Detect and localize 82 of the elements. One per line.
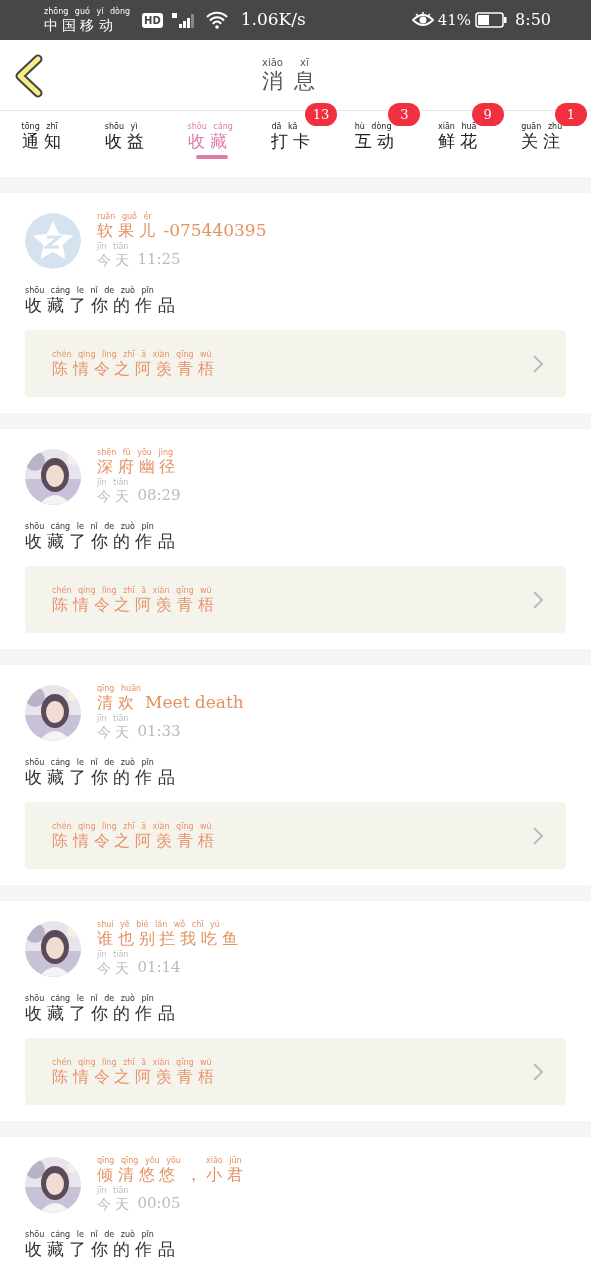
pinyin-annotation: shōu cáng le nǐ de zuò pǐn (25, 287, 154, 297)
sender-name[interactable]: ， (184, 1166, 202, 1183)
pinyin-annotation: shōu cáng (187, 123, 233, 133)
tab[interactable]: 通知 (21, 133, 66, 150)
message-time: 01:14 (137, 960, 181, 975)
pinyin-annotation: guān zhù (521, 123, 563, 133)
tab-underline (196, 155, 229, 159)
tab[interactable]: 打卡 (271, 133, 316, 150)
message-time: 今天 (97, 725, 134, 739)
sender-name[interactable]: 软果儿 (97, 223, 160, 239)
carrier-name: 中国移动 (44, 18, 117, 32)
text: 陈情令之阿羡青梧 (52, 832, 219, 849)
pinyin-annotation: chén qíng lìng zhī ā xiàn qīng wú (52, 350, 212, 359)
message-time: 今天 (97, 961, 134, 975)
sender-name[interactable]: 清欢 (97, 695, 139, 711)
pinyin-annotation: shōu cáng le nǐ de zuò pǐn (25, 523, 154, 533)
pinyin-annotation: chén qíng lìng zhī ā xiàn qīng wú (52, 1058, 212, 1067)
page-title: 消息 (262, 71, 325, 92)
sender-name[interactable]: 深府幽径 (97, 459, 181, 475)
pinyin-annotation: shēn fǔ yōu jìng (97, 449, 174, 458)
message-time: 11:25 (137, 252, 181, 267)
message-text: 收藏了你的作品 (25, 297, 180, 314)
message-time: 01:33 (137, 724, 181, 739)
network-badge: HD (142, 12, 163, 28)
back-icon (14, 54, 44, 98)
sender-name[interactable]: 小君 (205, 1167, 248, 1183)
count-badge: 13 (305, 103, 338, 126)
pinyin-annotation: chén qíng lìng zhī ā xiàn qīng wú (52, 822, 212, 831)
text: 陈情令之阿羡青梧 (52, 596, 219, 613)
message-time: 今天 (97, 1197, 134, 1211)
pinyin-annotation: hù dòng (354, 123, 392, 133)
message-time: 08:29 (137, 488, 181, 503)
work-link[interactable]: chén qíng lìng zhī ā xiàn qīng wú 陈情令之阿羡青梧 (25, 566, 566, 633)
tab[interactable]: 收益 (104, 133, 149, 150)
pinyin-annotation: chén qíng lìng zhī ā xiàn qīng wú (52, 586, 212, 595)
eye-icon (411, 12, 434, 28)
pinyin-annotation: zhōng guó yí dòng (44, 8, 131, 18)
default-avatar-icon (25, 213, 81, 269)
pinyin-annotation: xiāo xī (262, 58, 309, 70)
pinyin-annotation: xiān huā (437, 123, 477, 133)
battery-percent: 41% (437, 9, 472, 31)
pinyin-annotation: qīng huān (97, 685, 142, 695)
pinyin-annotation: qīng qīng yōu yōu (97, 1157, 181, 1167)
pinyin-annotation: shōu cáng le nǐ de zuò pǐn (25, 759, 154, 769)
message-text: 收藏了你的作品 (25, 1005, 180, 1022)
message-text: 收藏了你的作品 (25, 533, 180, 550)
message-time: 00:05 (137, 1196, 181, 1211)
message-text: 收藏了你的作品 (25, 1241, 180, 1258)
sender-name[interactable]: 谁也别拦我吃鱼 (97, 931, 243, 947)
work-link[interactable]: chén qíng lìng zhī ā xiàn qīng wú 陈情令之阿羡青梧 (25, 802, 566, 869)
signal-icon (170, 11, 197, 29)
wifi-icon (204, 11, 229, 29)
chevron-right-icon (532, 353, 544, 374)
chevron-right-icon (532, 1061, 544, 1082)
tab[interactable]: 互动 (354, 133, 399, 150)
sender-name[interactable]: 倾清悠悠 (97, 1167, 181, 1183)
pinyin-annotation: shōu cáng le nǐ de zuò pǐn (25, 1231, 154, 1241)
battery-icon (475, 12, 508, 28)
pinyin-annotation: tōng zhī (21, 123, 58, 133)
pinyin-annotation: ruǎn guǒ ér (97, 213, 152, 223)
clock-time: 8:50 (515, 9, 551, 31)
text: 陈情令之阿羡青梧 (52, 360, 219, 377)
message-text: 收藏了你的作品 (25, 769, 180, 786)
chevron-right-icon (532, 589, 544, 610)
tab[interactable]: 收藏 (187, 133, 232, 150)
sender-name[interactable]: Meet death (145, 694, 244, 711)
back-button[interactable] (14, 54, 44, 98)
network-speed: 1.06K/s (240, 8, 306, 32)
message-time: 今天 (97, 253, 134, 267)
chevron-right-icon (532, 825, 544, 846)
pinyin-annotation: shuí yě bié lán wǒ chī yú (97, 921, 220, 931)
tab[interactable]: 鲜花 (437, 133, 483, 150)
sender-name[interactable]: -075440395 (163, 222, 267, 239)
text: 陈情令之阿羡青梧 (52, 1068, 219, 1085)
pinyin-annotation: xiǎo jūn (205, 1157, 242, 1167)
pinyin-annotation: shōu cáng le nǐ de zuò pǐn (25, 995, 154, 1005)
pinyin-annotation: shōu yì (104, 123, 138, 133)
work-link[interactable]: chén qíng lìng zhī ā xiàn qīng wú 陈情令之阿羡青梧 (25, 1038, 566, 1105)
tab[interactable]: 关注 (521, 133, 566, 150)
message-time: 今天 (97, 489, 134, 503)
work-link[interactable]: chén qíng lìng zhī ā xiàn qīng wú 陈情令之阿羡青梧 (25, 330, 566, 397)
pinyin-annotation: dǎ kǎ (271, 123, 298, 133)
